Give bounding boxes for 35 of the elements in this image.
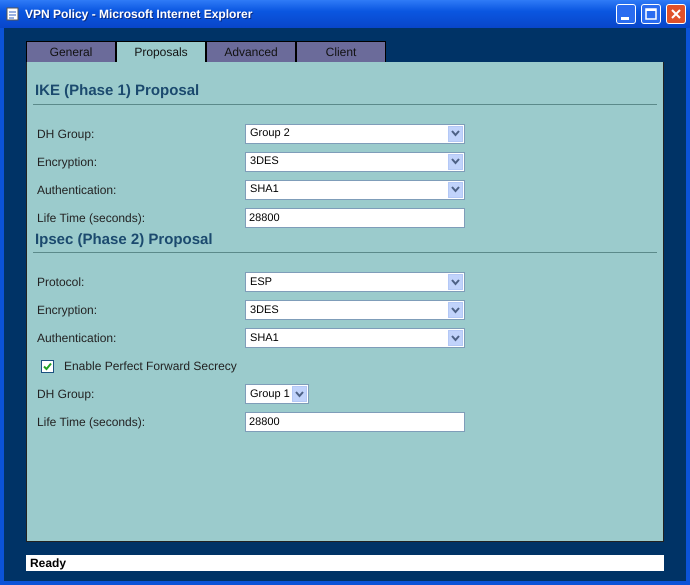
dropdown[interactable]: ESP	[245, 272, 465, 292]
maximize-button[interactable]	[641, 4, 661, 24]
status-bar: Ready	[26, 555, 664, 571]
field-label: Authentication:	[36, 330, 118, 347]
window-title: VPN Policy - Microsoft Internet Explorer	[25, 6, 254, 23]
field-label: Encryption:	[36, 154, 98, 170]
dropdown[interactable]: Group 1	[245, 384, 309, 404]
field-label: Protocol:	[36, 274, 86, 291]
checkbox[interactable]	[41, 360, 54, 372]
dropdown[interactable]: Group 2	[245, 124, 465, 144]
field-label: DH Group:	[36, 386, 96, 403]
dropdown[interactable]: SHA1	[245, 180, 465, 200]
input-field[interactable]: 28800	[245, 412, 465, 432]
field-label: Life Time (seconds):	[36, 414, 146, 431]
tab[interactable]: Proposals	[116, 41, 206, 62]
section-heading: IKE (Phase 1) Proposal	[33, 80, 657, 104]
field-label: Authentication:	[36, 182, 118, 198]
minimize-icon	[620, 16, 628, 20]
checkbox-label: Enable Perfect Forward Secrecy	[64, 358, 237, 375]
dropdown[interactable]: SHA1	[245, 328, 465, 348]
field-label: Encryption:	[36, 302, 98, 319]
tab[interactable]: Advanced	[206, 41, 296, 62]
dropdown[interactable]: 3DES	[245, 300, 465, 320]
maximize-icon	[645, 8, 657, 20]
tab[interactable]: General	[26, 41, 116, 62]
tab[interactable]: Client	[296, 41, 386, 62]
dropdown[interactable]: 3DES	[245, 152, 465, 172]
field-label: Life Time (seconds):	[36, 210, 146, 226]
browser-icon	[6, 7, 20, 21]
input-field[interactable]: 28800	[245, 208, 465, 228]
close-icon	[670, 8, 682, 20]
minimize-button[interactable]	[616, 4, 636, 24]
close-button[interactable]	[666, 4, 686, 24]
field-label: DH Group:	[36, 126, 96, 142]
section-heading: Ipsec (Phase 2) Proposal	[33, 228, 657, 253]
